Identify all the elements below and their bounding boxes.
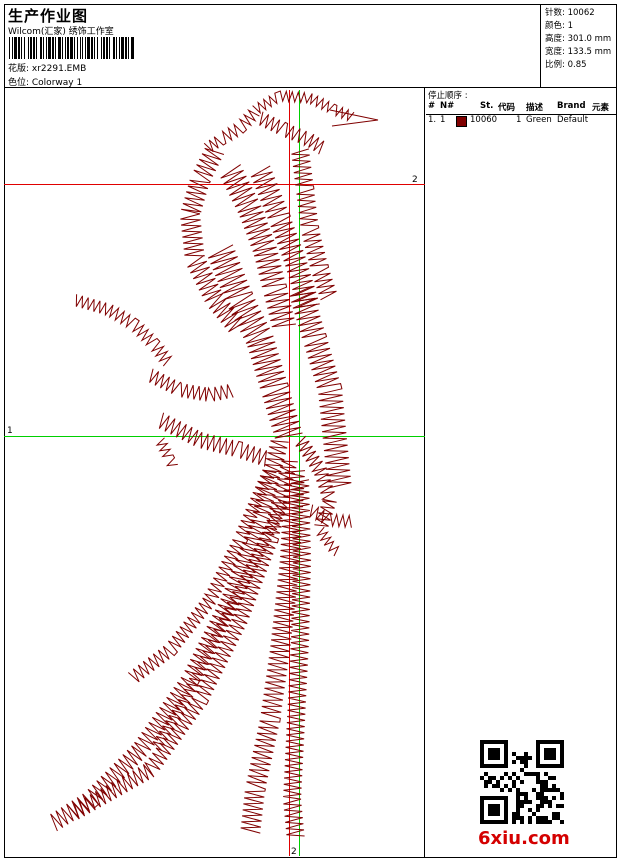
row-code: 1 <box>516 115 522 125</box>
col-element: 元素 <box>592 103 610 113</box>
col-desc: 描述 <box>526 103 544 113</box>
row-stitches: 10060 <box>470 115 498 125</box>
thread-color-swatch <box>456 116 467 127</box>
watermark-logo: 6xiu.com <box>478 828 570 849</box>
sequence-header: # N# St. 代码 描述 Brand 元素 <box>426 100 617 115</box>
col-n: N# <box>440 101 455 111</box>
row-num: 1. <box>428 115 437 125</box>
col-brand: Brand <box>557 101 586 111</box>
row-n: 1 <box>440 115 446 125</box>
col-st: St. <box>480 101 494 111</box>
row-brand: Default <box>557 115 589 125</box>
col-code: 代码 <box>498 103 516 113</box>
sequence-row: 1. 1 10060 1 Green Default <box>426 114 617 128</box>
col-hash: # <box>428 101 436 111</box>
row-description: Green <box>526 115 552 125</box>
qr-code <box>480 740 564 824</box>
